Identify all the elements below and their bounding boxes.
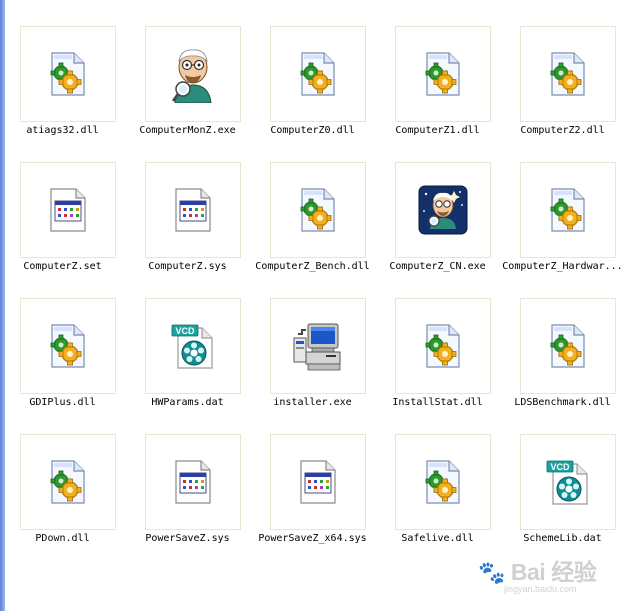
- file-thumbnail[interactable]: [145, 26, 241, 122]
- file-name-label[interactable]: ComputerZ_Bench.dll: [250, 261, 375, 273]
- file-name-label[interactable]: PDown.dll: [0, 533, 125, 545]
- dll-gear-icon: [548, 187, 588, 233]
- window-file-icon: [173, 459, 213, 505]
- dll-gear-icon: [48, 459, 88, 505]
- watermark-url: jingyan.baidu.com: [504, 584, 577, 594]
- file-item[interactable]: ComputerZ.sys: [125, 162, 250, 292]
- file-name-label[interactable]: SchemeLib.dat: [500, 533, 625, 545]
- file-thumbnail[interactable]: [20, 434, 116, 530]
- file-item[interactable]: ComputerZ0.dll: [250, 26, 375, 156]
- file-name-label[interactable]: ComputerZ0.dll: [250, 125, 375, 137]
- file-name-label[interactable]: ComputerZ.set: [0, 261, 125, 273]
- file-name-label[interactable]: PowerSaveZ.sys: [125, 533, 250, 545]
- dll-gear-icon: [298, 51, 338, 97]
- file-thumbnail[interactable]: [20, 298, 116, 394]
- paw-icon: 🐾: [478, 560, 505, 585]
- vcd-disc-icon: VCD: [545, 458, 591, 506]
- file-thumbnail[interactable]: [395, 162, 491, 258]
- dll-gear-icon: [423, 51, 463, 97]
- file-item[interactable]: Safelive.dll: [375, 434, 500, 564]
- svg-text:VCD: VCD: [175, 326, 195, 336]
- file-thumbnail[interactable]: [395, 434, 491, 530]
- file-name-label[interactable]: ComputerZ_Hardwar...: [500, 261, 625, 273]
- file-thumbnail[interactable]: [270, 434, 366, 530]
- file-thumbnail[interactable]: [270, 162, 366, 258]
- file-name-label[interactable]: ComputerMonZ.exe: [125, 125, 250, 137]
- dll-gear-icon: [423, 459, 463, 505]
- file-name-label[interactable]: ComputerZ2.dll: [500, 125, 625, 137]
- installer-computer-icon: [292, 320, 344, 372]
- file-item[interactable]: ComputerZ.set: [0, 162, 125, 292]
- file-icon-grid: atiags32.dll ComputerMonZ.exe ComputerZ0…: [0, 0, 625, 611]
- file-thumbnail[interactable]: VCD: [520, 434, 616, 530]
- file-thumbnail[interactable]: [270, 298, 366, 394]
- dll-gear-icon: [548, 51, 588, 97]
- window-file-icon: [48, 187, 88, 233]
- file-name-label[interactable]: PowerSaveZ_x64.sys: [250, 533, 375, 545]
- svg-text:VCD: VCD: [550, 462, 570, 472]
- file-thumbnail[interactable]: [520, 26, 616, 122]
- file-thumbnail[interactable]: [145, 434, 241, 530]
- file-item[interactable]: LDSBenchmark.dll: [500, 298, 625, 428]
- dll-gear-icon: [423, 323, 463, 369]
- file-item[interactable]: ComputerZ1.dll: [375, 26, 500, 156]
- file-name-label[interactable]: installer.exe: [250, 397, 375, 409]
- file-name-label[interactable]: LDSBenchmark.dll: [500, 397, 625, 409]
- file-thumbnail[interactable]: [395, 26, 491, 122]
- dll-gear-icon: [298, 187, 338, 233]
- file-thumbnail[interactable]: [520, 162, 616, 258]
- dll-gear-icon: [48, 323, 88, 369]
- file-thumbnail[interactable]: [395, 298, 491, 394]
- file-thumbnail[interactable]: [20, 162, 116, 258]
- file-thumbnail[interactable]: [20, 26, 116, 122]
- file-item[interactable]: PDown.dll: [0, 434, 125, 564]
- file-item[interactable]: ComputerZ_CN.exe: [375, 162, 500, 292]
- window-file-icon: [173, 187, 213, 233]
- file-item[interactable]: ComputerZ_Hardwar...: [500, 162, 625, 292]
- dll-gear-icon: [548, 323, 588, 369]
- file-name-label[interactable]: InstallStat.dll: [375, 397, 500, 409]
- file-item[interactable]: ComputerZ2.dll: [500, 26, 625, 156]
- mascot-starry-icon: [418, 185, 468, 235]
- file-item[interactable]: VCD HWParams.dat: [125, 298, 250, 428]
- vcd-disc-icon: VCD: [170, 322, 216, 370]
- mascot-man-icon: [165, 45, 221, 103]
- file-item[interactable]: PowerSaveZ_x64.sys: [250, 434, 375, 564]
- watermark-brand: Bai: [510, 559, 546, 585]
- file-name-label[interactable]: HWParams.dat: [125, 397, 250, 409]
- file-item[interactable]: installer.exe: [250, 298, 375, 428]
- file-item[interactable]: InstallStat.dll: [375, 298, 500, 428]
- file-name-label[interactable]: GDIPlus.dll: [0, 397, 125, 409]
- file-name-label[interactable]: ComputerZ1.dll: [375, 125, 500, 137]
- file-item[interactable]: ComputerMonZ.exe: [125, 26, 250, 156]
- file-item[interactable]: GDIPlus.dll: [0, 298, 125, 428]
- file-item[interactable]: atiags32.dll: [0, 26, 125, 156]
- file-item[interactable]: ComputerZ_Bench.dll: [250, 162, 375, 292]
- file-thumbnail[interactable]: [145, 162, 241, 258]
- file-thumbnail[interactable]: [270, 26, 366, 122]
- watermark-brand-cn: 经验: [551, 559, 597, 585]
- file-name-label[interactable]: ComputerZ_CN.exe: [375, 261, 500, 273]
- window-file-icon: [298, 459, 338, 505]
- dll-gear-icon: [48, 51, 88, 97]
- file-name-label[interactable]: ComputerZ.sys: [125, 261, 250, 273]
- file-name-label[interactable]: atiags32.dll: [0, 125, 125, 137]
- baidu-watermark: 🐾 Bai 经验 jingyan.baidu.com: [478, 553, 618, 594]
- file-item[interactable]: VCD SchemeLib.dat: [500, 434, 625, 564]
- file-item[interactable]: PowerSaveZ.sys: [125, 434, 250, 564]
- file-thumbnail[interactable]: [520, 298, 616, 394]
- file-name-label[interactable]: Safelive.dll: [375, 533, 500, 545]
- file-thumbnail[interactable]: VCD: [145, 298, 241, 394]
